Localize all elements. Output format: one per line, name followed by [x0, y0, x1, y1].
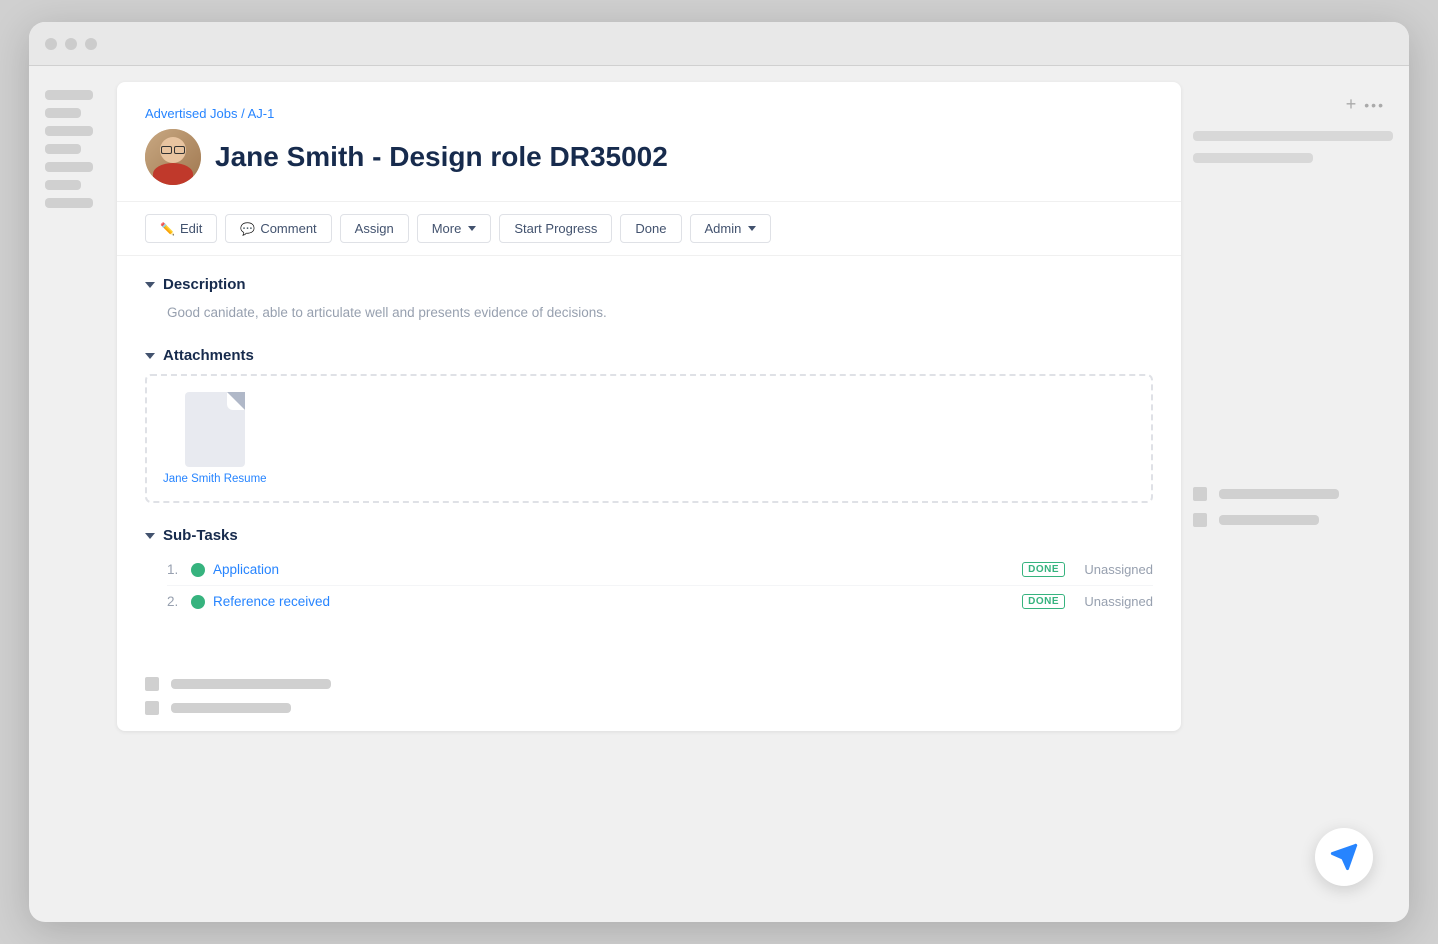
edit-icon: ✏️: [160, 222, 175, 236]
sidebar-bar-5: [45, 162, 93, 172]
subtask-done-badge-2: DONE: [1022, 594, 1065, 609]
traffic-light-close[interactable]: [45, 38, 57, 50]
page-header: Advertised Jobs / AJ-1 Jane Smith - Desi…: [117, 82, 1181, 202]
main-layout: Advertised Jobs / AJ-1 Jane Smith - Desi…: [29, 66, 1409, 747]
bottom-bar-1: [171, 679, 331, 689]
paper-plane-icon: [1330, 843, 1358, 871]
plus-icon[interactable]: +: [1346, 94, 1357, 115]
more-button[interactable]: More: [417, 214, 492, 243]
subtask-list: 1. Application DONE Unassigned 2. Refere…: [145, 554, 1153, 617]
right-bottom-1: [1193, 487, 1393, 501]
bottom-sq-2: [145, 701, 159, 715]
right-bottom-2: [1193, 513, 1393, 527]
main-panel: Advertised Jobs / AJ-1 Jane Smith - Desi…: [117, 82, 1181, 731]
breadcrumb: Advertised Jobs / AJ-1: [145, 106, 1153, 121]
attachments-title: Attachments: [163, 347, 254, 364]
description-title: Description: [163, 276, 246, 293]
subtask-done-badge-1: DONE: [1022, 562, 1065, 577]
table-row: 2. Reference received DONE Unassigned: [167, 586, 1153, 617]
toolbar: ✏️ Edit 💬 Comment Assign More Start Prog…: [117, 202, 1181, 256]
sidebar-bar-7: [45, 198, 93, 208]
right-bar-2: [1193, 153, 1313, 163]
edit-button[interactable]: ✏️ Edit: [145, 214, 217, 243]
subtask-number-1: 1.: [167, 562, 183, 577]
description-content: Good canidate, able to articulate well a…: [145, 303, 1153, 323]
avatar: [145, 129, 201, 185]
admin-chevron-icon: [748, 226, 756, 231]
attachments-header: Attachments: [145, 347, 1153, 364]
done-button[interactable]: Done: [620, 214, 681, 243]
page-title-row: Jane Smith - Design role DR35002: [145, 129, 1153, 185]
avatar-body: [153, 163, 193, 185]
attachments-collapse-arrow[interactable]: [145, 353, 155, 359]
subtasks-title: Sub-Tasks: [163, 527, 238, 544]
admin-button[interactable]: Admin: [690, 214, 772, 243]
subtask-name-1[interactable]: Application: [213, 562, 1014, 577]
description-collapse-arrow[interactable]: [145, 282, 155, 288]
sidebar-bar-6: [45, 180, 81, 190]
sidebar-bar-3: [45, 126, 93, 136]
more-chevron-icon: [468, 226, 476, 231]
description-section: Description Good canidate, able to artic…: [145, 276, 1153, 323]
right-controls: + •••: [1193, 90, 1393, 119]
subtask-number-2: 2.: [167, 594, 183, 609]
subtask-status-dot-2: [191, 595, 205, 609]
subtask-assignee-1: Unassigned: [1073, 562, 1153, 577]
breadcrumb-link[interactable]: Advertised Jobs: [145, 106, 238, 121]
file-icon: [185, 392, 245, 467]
assign-button[interactable]: Assign: [340, 214, 409, 243]
bottom-bar-row-2: [145, 701, 1153, 715]
right-sq-2: [1193, 513, 1207, 527]
right-bar-bottom-1: [1219, 489, 1339, 499]
file-name: Jane Smith Resume: [163, 473, 267, 485]
avatar-image: [145, 129, 201, 185]
right-bar-bottom-2: [1219, 515, 1319, 525]
right-panel: + •••: [1193, 82, 1393, 731]
fab-button[interactable]: [1315, 828, 1373, 886]
left-sidebar: [45, 82, 105, 731]
sidebar-bar-4: [45, 144, 81, 154]
bottom-bar-2: [171, 703, 291, 713]
right-sq-1: [1193, 487, 1207, 501]
description-header: Description: [145, 276, 1153, 293]
subtask-assignee-2: Unassigned: [1073, 594, 1153, 609]
table-row: 1. Application DONE Unassigned: [167, 554, 1153, 586]
content-area: Description Good canidate, able to artic…: [117, 256, 1181, 661]
comment-icon: 💬: [240, 222, 255, 236]
sidebar-bar-1: [45, 90, 93, 100]
page-title: Jane Smith - Design role DR35002: [215, 141, 668, 173]
traffic-light-minimize[interactable]: [65, 38, 77, 50]
dots-icon[interactable]: •••: [1364, 97, 1385, 113]
right-bar-1: [1193, 131, 1393, 141]
bottom-sq-1: [145, 677, 159, 691]
attachments-section: Attachments Jane Smith Resume: [145, 347, 1153, 503]
bottom-placeholder: [117, 661, 1181, 731]
bottom-bar-row-1: [145, 677, 1153, 691]
title-bar: [29, 22, 1409, 66]
sidebar-bar-2: [45, 108, 81, 118]
subtasks-section: Sub-Tasks 1. Application DONE Unassigned: [145, 527, 1153, 617]
browser-window: Advertised Jobs / AJ-1 Jane Smith - Desi…: [29, 22, 1409, 922]
subtask-status-dot-1: [191, 563, 205, 577]
subtasks-collapse-arrow[interactable]: [145, 533, 155, 539]
attachments-drop-zone[interactable]: Jane Smith Resume: [145, 374, 1153, 503]
subtasks-header: Sub-Tasks: [145, 527, 1153, 544]
traffic-light-maximize[interactable]: [85, 38, 97, 50]
file-item[interactable]: Jane Smith Resume: [163, 392, 267, 485]
avatar-glasses: [161, 147, 185, 153]
start-progress-button[interactable]: Start Progress: [499, 214, 612, 243]
subtask-name-2[interactable]: Reference received: [213, 594, 1014, 609]
comment-button[interactable]: 💬 Comment: [225, 214, 331, 243]
